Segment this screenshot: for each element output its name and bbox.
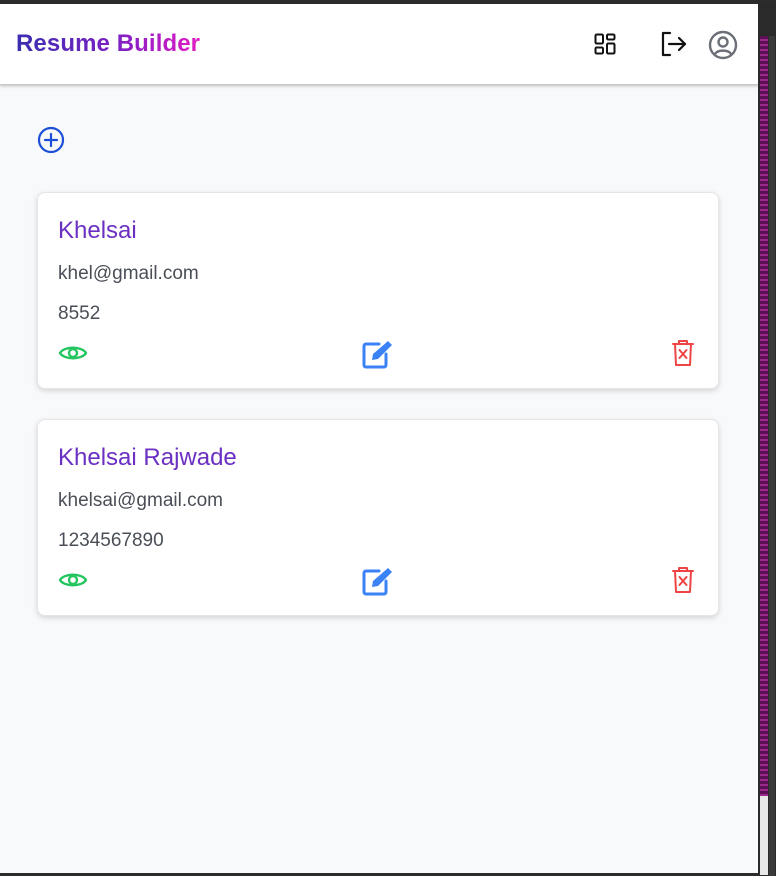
plus-circle-icon	[37, 126, 65, 154]
eye-icon	[58, 346, 88, 360]
app-viewport: Resume Builder Khelsai khel@gmail.com 85…	[0, 4, 758, 873]
add-resume-button[interactable]	[37, 126, 65, 154]
user-circle-icon[interactable]	[708, 30, 738, 60]
resume-card: Khelsai Rajwade khelsai@gmail.com 123456…	[37, 419, 719, 616]
eye-icon	[58, 573, 88, 587]
navbar: Resume Builder	[0, 4, 758, 85]
edit-resume-button[interactable]	[362, 566, 394, 596]
resume-name: Khelsai Rajwade	[58, 444, 237, 471]
trash-icon	[672, 340, 694, 366]
resume-email: khel@gmail.com	[58, 263, 199, 284]
scrollbar-track-lower[interactable]	[760, 796, 768, 875]
logout-icon[interactable]	[660, 31, 688, 57]
delete-resume-button[interactable]	[672, 566, 694, 594]
delete-resume-button[interactable]	[672, 339, 694, 367]
resume-email: khelsai@gmail.com	[58, 490, 224, 511]
edit-icon	[362, 568, 392, 596]
resume-phone: 1234567890	[58, 530, 164, 551]
resume-phone: 8552	[58, 303, 101, 324]
resume-name: Khelsai	[58, 217, 137, 244]
brand-title[interactable]: Resume Builder	[16, 30, 200, 58]
scrollbar-track[interactable]	[760, 36, 768, 796]
view-resume-button[interactable]	[58, 570, 88, 590]
edit-resume-button[interactable]	[362, 339, 394, 369]
trash-icon	[672, 567, 694, 593]
view-resume-button[interactable]	[58, 343, 88, 363]
resume-card: Khelsai khel@gmail.com 8552	[37, 192, 719, 389]
dashboard-icon[interactable]	[594, 33, 616, 55]
scrollbar-thumb[interactable]	[769, 36, 775, 876]
edit-icon	[362, 341, 392, 369]
